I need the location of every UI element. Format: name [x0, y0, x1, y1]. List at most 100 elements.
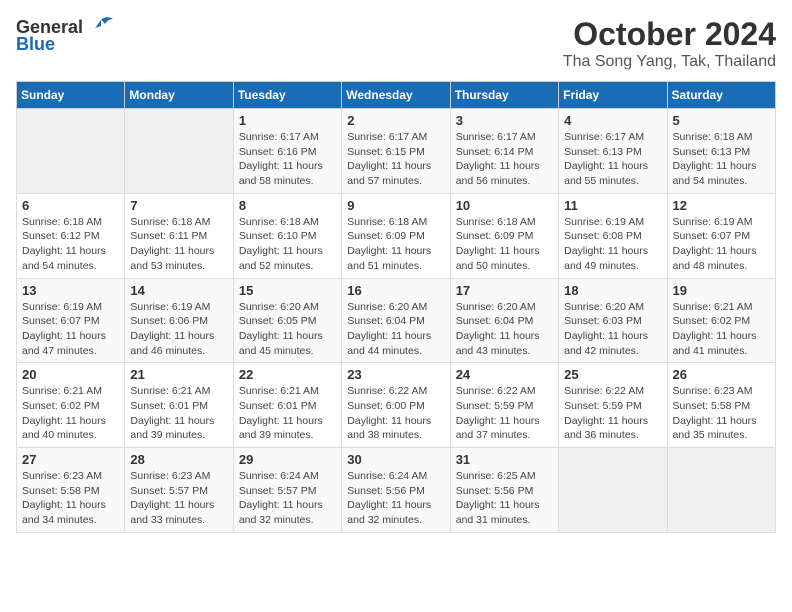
calendar-cell: 12 Sunrise: 6:19 AM Sunset: 6:07 PM Dayli… [667, 193, 775, 278]
calendar-cell: 6Sunrise: 6:18 AM Sunset: 6:12 PM Daylig… [17, 193, 125, 278]
day-info: Sunrise: 6:21 AM Sunset: 6:01 PM Dayligh… [239, 384, 336, 443]
calendar-cell [559, 448, 667, 533]
calendar-cell: 20Sunrise: 6:21 AM Sunset: 6:02 PM Dayli… [17, 363, 125, 448]
calendar-cell: 7Sunrise: 6:18 AM Sunset: 6:11 PM Daylig… [125, 193, 233, 278]
day-number: 24 [456, 367, 553, 382]
day-number: 20 [22, 367, 119, 382]
day-info: Sunrise: 6:22 AM Sunset: 5:59 PM Dayligh… [564, 384, 661, 443]
calendar-cell: 22 Sunrise: 6:21 AM Sunset: 6:01 PM Dayli… [233, 363, 341, 448]
day-info: Sunrise: 6:20 AM Sunset: 6:04 PM Dayligh… [456, 300, 553, 359]
day-number: 28 [130, 452, 227, 467]
weekday-header: Saturday [667, 82, 775, 109]
calendar-cell: 9Sunrise: 6:18 AM Sunset: 6:09 PM Daylig… [342, 193, 450, 278]
day-number: 3 [456, 113, 553, 128]
day-info: Sunrise: 6:22 AM Sunset: 6:00 PM Dayligh… [347, 384, 444, 443]
calendar-cell: 13 Sunrise: 6:19 AM Sunset: 6:07 PM Dayli… [17, 278, 125, 363]
calendar-table: SundayMondayTuesdayWednesdayThursdayFrid… [16, 81, 776, 533]
day-number: 23 [347, 367, 444, 382]
calendar-cell: 18Sunrise: 6:20 AM Sunset: 6:03 PM Dayli… [559, 278, 667, 363]
calendar-cell: 11 Sunrise: 6:19 AM Sunset: 6:08 PM Dayli… [559, 193, 667, 278]
calendar-week-row: 20Sunrise: 6:21 AM Sunset: 6:02 PM Dayli… [17, 363, 776, 448]
day-info: Sunrise: 6:18 AM Sunset: 6:09 PM Dayligh… [456, 215, 553, 274]
day-info: Sunrise: 6:24 AM Sunset: 5:56 PM Dayligh… [347, 469, 444, 528]
day-number: 10 [456, 198, 553, 213]
calendar-cell: 23 Sunrise: 6:22 AM Sunset: 6:00 PM Dayli… [342, 363, 450, 448]
day-info: Sunrise: 6:21 AM Sunset: 6:01 PM Dayligh… [130, 384, 227, 443]
weekday-header: Tuesday [233, 82, 341, 109]
day-number: 31 [456, 452, 553, 467]
weekday-header: Monday [125, 82, 233, 109]
day-info: Sunrise: 6:22 AM Sunset: 5:59 PM Dayligh… [456, 384, 553, 443]
calendar-cell: 14 Sunrise: 6:19 AM Sunset: 6:06 PM Dayli… [125, 278, 233, 363]
day-info: Sunrise: 6:18 AM Sunset: 6:12 PM Dayligh… [22, 215, 119, 274]
calendar-cell: 5Sunrise: 6:18 AM Sunset: 6:13 PM Daylig… [667, 109, 775, 194]
day-info: Sunrise: 6:19 AM Sunset: 6:06 PM Dayligh… [130, 300, 227, 359]
day-number: 25 [564, 367, 661, 382]
day-info: Sunrise: 6:23 AM Sunset: 5:58 PM Dayligh… [673, 384, 770, 443]
calendar-week-row: 1 Sunrise: 6:17 AM Sunset: 6:16 PM Daylig… [17, 109, 776, 194]
day-info: Sunrise: 6:20 AM Sunset: 6:05 PM Dayligh… [239, 300, 336, 359]
calendar-cell [667, 448, 775, 533]
day-number: 27 [22, 452, 119, 467]
day-number: 5 [673, 113, 770, 128]
calendar-cell: 8Sunrise: 6:18 AM Sunset: 6:10 PM Daylig… [233, 193, 341, 278]
calendar-cell: 4Sunrise: 6:17 AM Sunset: 6:13 PM Daylig… [559, 109, 667, 194]
weekday-header: Wednesday [342, 82, 450, 109]
month-title: October 2024 [563, 16, 776, 53]
logo-blue: Blue [16, 34, 55, 55]
calendar-cell: 10 Sunrise: 6:18 AM Sunset: 6:09 PM Dayli… [450, 193, 558, 278]
calendar-cell [17, 109, 125, 194]
day-info: Sunrise: 6:19 AM Sunset: 6:07 PM Dayligh… [22, 300, 119, 359]
day-info: Sunrise: 6:17 AM Sunset: 6:16 PM Dayligh… [239, 130, 336, 189]
day-number: 21 [130, 367, 227, 382]
calendar-cell: 17 Sunrise: 6:20 AM Sunset: 6:04 PM Dayli… [450, 278, 558, 363]
day-info: Sunrise: 6:19 AM Sunset: 6:08 PM Dayligh… [564, 215, 661, 274]
day-number: 14 [130, 283, 227, 298]
calendar-cell: 3 Sunrise: 6:17 AM Sunset: 6:14 PM Daylig… [450, 109, 558, 194]
calendar-cell: 29 Sunrise: 6:24 AM Sunset: 5:57 PM Dayli… [233, 448, 341, 533]
day-info: Sunrise: 6:23 AM Sunset: 5:58 PM Dayligh… [22, 469, 119, 528]
day-info: Sunrise: 6:23 AM Sunset: 5:57 PM Dayligh… [130, 469, 227, 528]
day-info: Sunrise: 6:18 AM Sunset: 6:11 PM Dayligh… [130, 215, 227, 274]
weekday-header: Friday [559, 82, 667, 109]
day-info: Sunrise: 6:18 AM Sunset: 6:10 PM Dayligh… [239, 215, 336, 274]
calendar-cell: 24 Sunrise: 6:22 AM Sunset: 5:59 PM Dayli… [450, 363, 558, 448]
calendar-cell [125, 109, 233, 194]
logo: General Blue [16, 16, 115, 55]
day-info: Sunrise: 6:19 AM Sunset: 6:07 PM Dayligh… [673, 215, 770, 274]
calendar-week-row: 27 Sunrise: 6:23 AM Sunset: 5:58 PM Dayli… [17, 448, 776, 533]
day-info: Sunrise: 6:24 AM Sunset: 5:57 PM Dayligh… [239, 469, 336, 528]
calendar-cell: 16 Sunrise: 6:20 AM Sunset: 6:04 PM Dayli… [342, 278, 450, 363]
day-number: 22 [239, 367, 336, 382]
day-number: 11 [564, 198, 661, 213]
calendar-cell: 25 Sunrise: 6:22 AM Sunset: 5:59 PM Dayli… [559, 363, 667, 448]
day-info: Sunrise: 6:20 AM Sunset: 6:03 PM Dayligh… [564, 300, 661, 359]
day-number: 26 [673, 367, 770, 382]
day-number: 9 [347, 198, 444, 213]
calendar-cell: 31 Sunrise: 6:25 AM Sunset: 5:56 PM Dayli… [450, 448, 558, 533]
day-info: Sunrise: 6:25 AM Sunset: 5:56 PM Dayligh… [456, 469, 553, 528]
logo-bird-icon [87, 16, 115, 38]
day-number: 16 [347, 283, 444, 298]
day-info: Sunrise: 6:20 AM Sunset: 6:04 PM Dayligh… [347, 300, 444, 359]
day-number: 17 [456, 283, 553, 298]
calendar-week-row: 6Sunrise: 6:18 AM Sunset: 6:12 PM Daylig… [17, 193, 776, 278]
day-number: 29 [239, 452, 336, 467]
day-number: 1 [239, 113, 336, 128]
page-header: General Blue October 2024 Tha Song Yang,… [16, 16, 776, 71]
calendar-cell: 19 Sunrise: 6:21 AM Sunset: 6:02 PM Dayli… [667, 278, 775, 363]
calendar-week-row: 13 Sunrise: 6:19 AM Sunset: 6:07 PM Dayli… [17, 278, 776, 363]
calendar-cell: 27 Sunrise: 6:23 AM Sunset: 5:58 PM Dayli… [17, 448, 125, 533]
day-info: Sunrise: 6:21 AM Sunset: 6:02 PM Dayligh… [673, 300, 770, 359]
location-title: Tha Song Yang, Tak, Thailand [563, 53, 776, 71]
calendar-cell: 21 Sunrise: 6:21 AM Sunset: 6:01 PM Dayli… [125, 363, 233, 448]
day-info: Sunrise: 6:17 AM Sunset: 6:14 PM Dayligh… [456, 130, 553, 189]
title-block: October 2024 Tha Song Yang, Tak, Thailan… [563, 16, 776, 71]
day-number: 4 [564, 113, 661, 128]
day-number: 12 [673, 198, 770, 213]
calendar-cell: 28 Sunrise: 6:23 AM Sunset: 5:57 PM Dayli… [125, 448, 233, 533]
calendar-cell: 30Sunrise: 6:24 AM Sunset: 5:56 PM Dayli… [342, 448, 450, 533]
calendar-cell: 15Sunrise: 6:20 AM Sunset: 6:05 PM Dayli… [233, 278, 341, 363]
day-number: 13 [22, 283, 119, 298]
day-number: 19 [673, 283, 770, 298]
